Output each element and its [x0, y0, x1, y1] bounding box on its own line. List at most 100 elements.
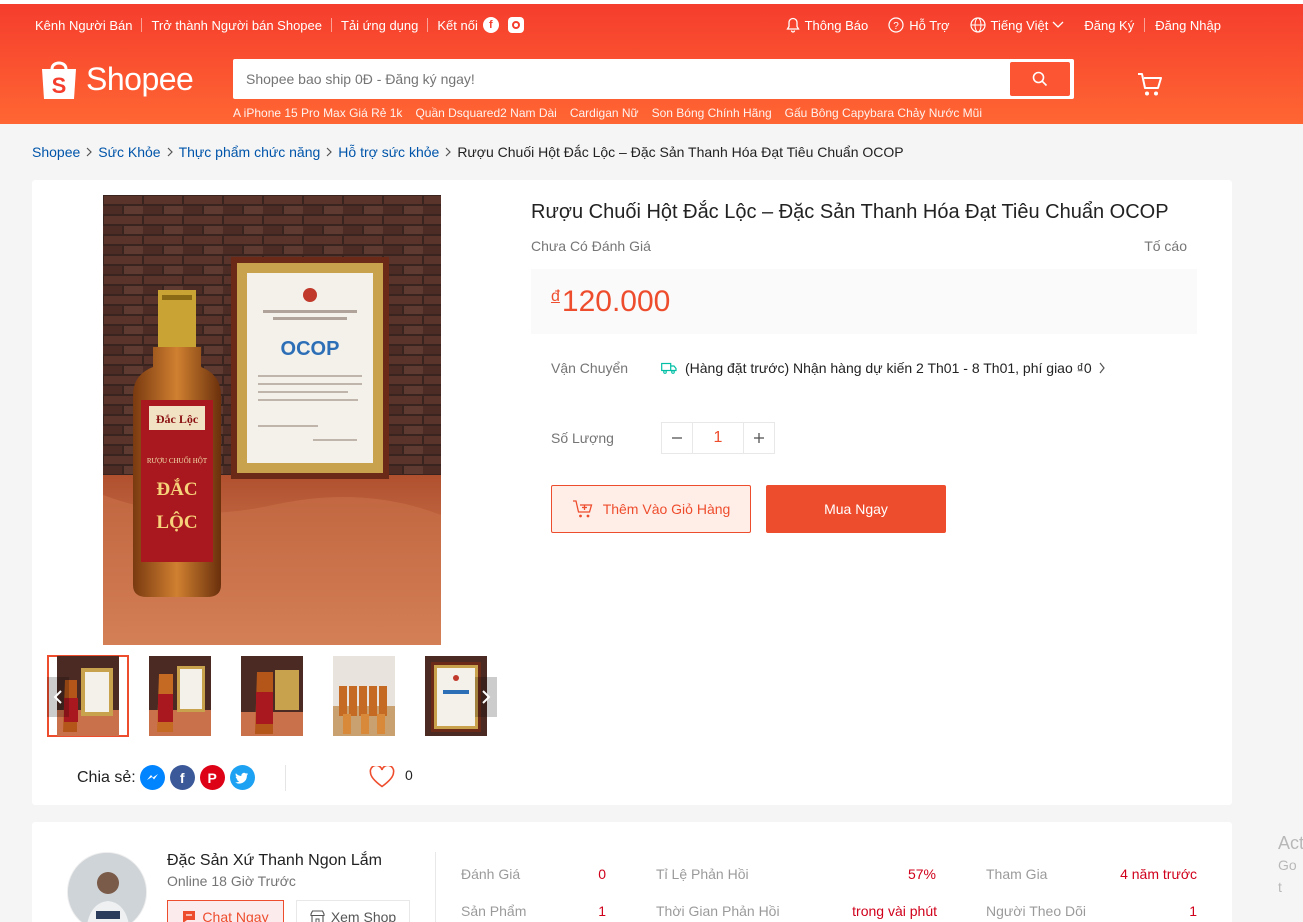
chevron-right-icon	[86, 147, 93, 157]
quantity-decrease-button[interactable]	[661, 422, 693, 454]
quantity-label: Số Lượng	[551, 430, 614, 446]
help-icon: ?	[888, 17, 904, 33]
heart-icon	[369, 766, 395, 788]
divider	[435, 852, 436, 922]
facebook-icon[interactable]: f	[482, 17, 499, 33]
breadcrumb-health-support[interactable]: Hỗ trợ sức khỏe	[338, 144, 439, 160]
search-bar	[233, 59, 1074, 99]
watermark-line-1: Act	[1278, 833, 1303, 853]
become-seller-link[interactable]: Trở thành Người bán Shopee	[151, 18, 322, 33]
certificate-ocop-text: OCOP	[281, 338, 340, 360]
twitter-icon[interactable]	[229, 765, 255, 790]
shopee-logo[interactable]: S Shopee	[40, 57, 194, 101]
buy-now-button[interactable]: Mua Ngay	[766, 485, 946, 533]
thumbnail-4[interactable]	[323, 655, 405, 737]
instagram-icon[interactable]	[507, 17, 524, 33]
search-icon	[1032, 71, 1048, 87]
notifications-link[interactable]: Thông Báo	[785, 17, 869, 33]
help-link[interactable]: ? Hỗ Trợ	[888, 17, 950, 33]
cart-button[interactable]	[1137, 72, 1163, 101]
divider	[1144, 18, 1146, 32]
view-shop-button[interactable]: Xem Shop	[296, 900, 410, 922]
connect-label: Kết nối	[437, 17, 478, 33]
breadcrumb-health[interactable]: Sức Khỏe	[98, 144, 160, 160]
messenger-icon[interactable]	[139, 765, 165, 790]
divider	[331, 18, 332, 32]
search-button[interactable]	[1010, 62, 1070, 96]
product-price: đ 120.000	[551, 285, 670, 319]
view-shop-label: Xem Shop	[330, 909, 397, 922]
product-main-image[interactable]: OCOP Đắc Lộc RƯỢU CHUỐI HỘT ĐẮC LỘC	[103, 195, 441, 645]
top-navbar: Kênh Người Bán Trở thành Người bán Shope…	[0, 13, 1303, 37]
truck-icon	[661, 362, 677, 374]
minus-icon	[672, 437, 682, 439]
report-link[interactable]: Tố cáo	[1144, 238, 1187, 254]
keyword-link[interactable]: Son Bóng Chính Hãng	[652, 106, 772, 120]
breadcrumb-supplements[interactable]: Thực phẩm chức năng	[179, 144, 321, 160]
quantity-input[interactable]: 1	[693, 422, 743, 454]
stat-label: Đánh Giá	[461, 866, 521, 882]
register-link[interactable]: Đăng Ký	[1084, 18, 1134, 33]
thumbnail-2[interactable]	[139, 655, 221, 737]
shop-avatar[interactable]	[67, 852, 147, 922]
stat-value: 57%	[907, 866, 936, 882]
chevron-right-icon	[445, 147, 452, 157]
notifications-label: Thông Báo	[804, 17, 869, 33]
chevron-right-icon	[1099, 362, 1105, 374]
stat-value[interactable]: 1	[598, 903, 606, 919]
search-input[interactable]	[233, 59, 993, 99]
divider	[285, 765, 286, 791]
stat-label: Tỉ Lệ Phản Hồi	[656, 866, 749, 882]
keyword-link[interactable]: Quần Dsquared2 Nam Dài	[415, 106, 556, 120]
shipping-text: (Hàng đặt trước) Nhận hàng dự kiến 2 Th0…	[685, 360, 1092, 376]
facebook-share-icon[interactable]: f	[169, 765, 195, 790]
add-to-cart-button[interactable]: Thêm Vào Giỏ Hàng	[551, 485, 751, 533]
product-card: OCOP Đắc Lộc RƯỢU CHUỐI HỘT ĐẮC LỘC Chia…	[32, 180, 1232, 805]
shop-name[interactable]: Đặc Sản Xứ Thanh Ngon Lắm	[167, 852, 382, 870]
stat-label: Người Theo Dõi	[986, 903, 1087, 919]
keyword-link[interactable]: Gấu Bông Capybara Chảy Nước Mũi	[785, 106, 982, 120]
shipping-info[interactable]: (Hàng đặt trước) Nhận hàng dự kiến 2 Th0…	[661, 360, 1106, 376]
language-selector[interactable]: Tiếng Việt	[969, 17, 1065, 33]
share-section: Chia sẻ: f P	[77, 765, 255, 790]
breadcrumb-shopee[interactable]: Shopee	[32, 144, 80, 160]
bottle-brand-text: Đắc Lộc	[156, 412, 199, 426]
product-photo: OCOP Đắc Lộc RƯỢU CHUỐI HỘT ĐẮC LỘC	[103, 195, 441, 645]
bottle-name-text: RƯỢU CHUỐI HỘT	[147, 457, 208, 465]
stat-value: 0	[598, 866, 606, 882]
store-icon	[310, 910, 325, 922]
product-title: Rượu Chuối Hột Đắc Lộc – Đặc Sản Thanh H…	[531, 201, 1169, 223]
thumbnail-prev-button[interactable]	[47, 677, 69, 717]
share-label: Chia sẻ:	[77, 768, 136, 786]
bottle-big-text-2: LỘC	[156, 511, 197, 533]
quantity-stepper: 1	[661, 422, 775, 454]
favorite-count: 0	[405, 767, 413, 783]
favorite-button[interactable]: 0	[369, 766, 413, 788]
shop-online-status: Online 18 Giờ Trước	[167, 873, 296, 889]
shipping-label: Vận Chuyển	[551, 360, 629, 376]
keyword-link[interactable]: Cardigan Nữ	[570, 106, 639, 120]
keyword-link[interactable]: A iPhone 15 Pro Max Giá Rẻ 1k	[233, 106, 402, 120]
chevron-left-icon	[53, 690, 62, 704]
trending-keywords: A iPhone 15 Pro Max Giá Rẻ 1k Quần Dsqua…	[233, 106, 995, 120]
globe-icon	[969, 17, 986, 33]
download-app-link[interactable]: Tải ứng dụng	[341, 18, 418, 33]
bottle-big-text-1: ĐẮC	[156, 478, 197, 500]
seller-center-link[interactable]: Kênh Người Bán	[35, 18, 132, 33]
activate-windows-watermark: Act Go t	[1278, 832, 1303, 898]
stat-value: trong vài phút	[852, 903, 937, 919]
chat-now-button[interactable]: Chat Ngay	[167, 900, 284, 922]
chevron-right-icon	[326, 147, 333, 157]
thumbnail-next-button[interactable]	[475, 677, 497, 717]
quantity-increase-button[interactable]	[743, 422, 775, 454]
shopee-bag-icon: S	[42, 61, 76, 99]
thumbnail-3[interactable]	[231, 655, 313, 737]
divider	[427, 18, 429, 32]
chevron-down-icon	[1052, 21, 1064, 28]
svg-text:?: ?	[893, 21, 899, 32]
chat-icon	[183, 911, 196, 922]
pinterest-icon[interactable]: P	[199, 765, 225, 790]
help-label: Hỗ Trợ	[909, 17, 950, 33]
login-link[interactable]: Đăng Nhập	[1155, 18, 1221, 33]
watermark-line-2: Go t	[1278, 857, 1297, 895]
